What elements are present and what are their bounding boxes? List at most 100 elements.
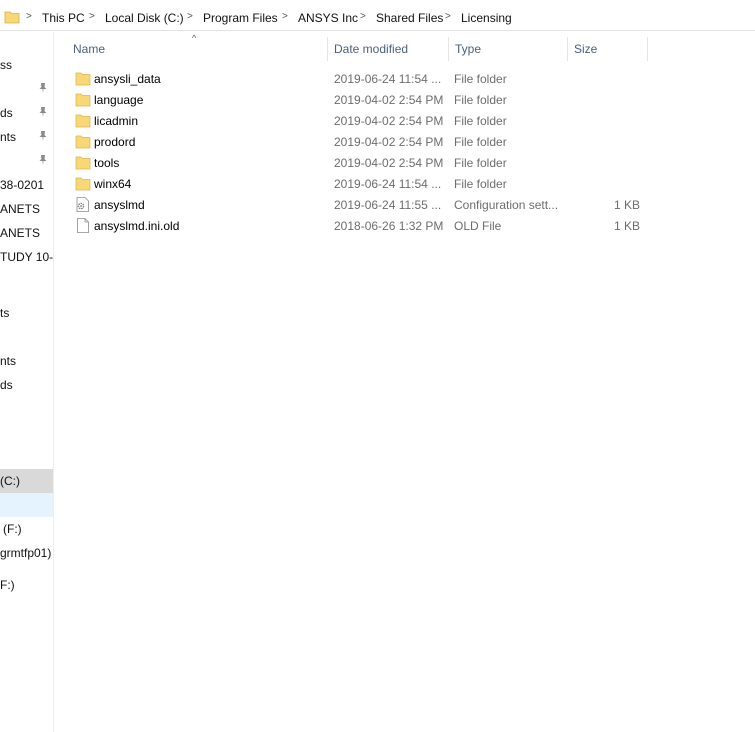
file-name: ansysli_data bbox=[94, 72, 161, 86]
file-name: winx64 bbox=[94, 177, 132, 191]
table-row[interactable]: licadmin 2019-04-02 2:54 PM File folder bbox=[62, 110, 650, 131]
sidebar-item-network-drive[interactable]: grmtfp01) bbox=[0, 541, 53, 565]
address-bar[interactable]: > This PC > Local Disk (C:) > Program Fi… bbox=[0, 6, 755, 31]
file-name: tools bbox=[94, 156, 120, 170]
chevron-right-icon[interactable]: > bbox=[445, 11, 451, 22]
sidebar-item-downloads[interactable]: ds bbox=[0, 101, 53, 125]
sidebar-item-label: ANETS bbox=[0, 226, 41, 240]
file-date: 2018-06-26 1:32 PM bbox=[334, 219, 444, 233]
file-name: prodord bbox=[94, 135, 136, 149]
sidebar-item-label: (F:) bbox=[3, 522, 22, 536]
sidebar-item-folder[interactable]: ts bbox=[0, 301, 53, 325]
sidebar-item-label: TUDY 10-1 bbox=[0, 250, 54, 264]
file-icon bbox=[77, 218, 89, 233]
chevron-right-icon[interactable]: > bbox=[26, 11, 32, 22]
column-header-type[interactable]: Type bbox=[449, 37, 568, 61]
breadcrumb-ansys-inc[interactable]: ANSYS Inc bbox=[298, 11, 358, 25]
sidebar-item-label: ds bbox=[0, 378, 13, 392]
chevron-right-icon[interactable]: > bbox=[360, 11, 366, 22]
file-name: licadmin bbox=[94, 114, 139, 128]
sidebar-item-label: F:) bbox=[0, 578, 15, 592]
sidebar-item-drive-f[interactable]: (F:) bbox=[0, 517, 53, 541]
sidebar-item-folder[interactable]: TUDY 10-1 bbox=[0, 245, 54, 269]
column-header-name[interactable]: Name bbox=[67, 37, 328, 61]
sidebar-item-folder[interactable]: ANETS bbox=[0, 197, 53, 221]
column-divider[interactable] bbox=[647, 37, 648, 61]
file-type: File folder bbox=[454, 114, 507, 128]
config-file-icon bbox=[76, 197, 89, 212]
sidebar-item-folder[interactable]: ds bbox=[0, 373, 53, 397]
table-row[interactable]: winx64 2019-06-24 11:54 ... File folder bbox=[62, 173, 650, 194]
sidebar-item-label: ss bbox=[0, 58, 12, 72]
file-date: 2019-04-02 2:54 PM bbox=[334, 93, 444, 107]
table-row[interactable]: ansyslmd.ini.old 2018-06-26 1:32 PM OLD … bbox=[62, 215, 650, 236]
sidebar-item-label: 38-0201 bbox=[0, 178, 45, 192]
pin-icon bbox=[39, 83, 47, 93]
sidebar-item-hovered[interactable] bbox=[0, 493, 53, 517]
table-row[interactable]: prodord 2019-04-02 2:54 PM File folder bbox=[62, 131, 650, 152]
column-header-date-modified[interactable]: Date modified bbox=[328, 37, 449, 61]
chevron-right-icon[interactable]: > bbox=[187, 11, 193, 22]
file-type: File folder bbox=[454, 72, 507, 86]
sidebar-item-documents[interactable]: nts bbox=[0, 125, 53, 149]
sidebar-item-label: nts bbox=[0, 354, 17, 368]
column-label: Name bbox=[73, 42, 106, 56]
file-name: ansyslmd.ini.old bbox=[94, 219, 180, 233]
file-type: File folder bbox=[454, 93, 507, 107]
file-date: 2019-06-24 11:54 ... bbox=[334, 177, 442, 191]
file-date: 2019-04-02 2:54 PM bbox=[334, 135, 444, 149]
folder-icon bbox=[75, 135, 91, 149]
column-header-row: Name Date modified Type Size bbox=[62, 37, 650, 61]
file-type: OLD File bbox=[454, 219, 502, 233]
breadcrumb-this-pc[interactable]: This PC bbox=[42, 11, 85, 25]
file-type: File folder bbox=[454, 156, 507, 170]
sidebar-item-quick-access[interactable]: ss bbox=[0, 53, 53, 77]
file-type: File folder bbox=[454, 135, 507, 149]
column-label: Date modified bbox=[334, 42, 409, 56]
column-label: Type bbox=[455, 42, 482, 56]
table-row[interactable]: language 2019-04-02 2:54 PM File folder bbox=[62, 89, 650, 110]
folder-icon bbox=[75, 72, 91, 86]
chevron-right-icon[interactable]: > bbox=[89, 11, 95, 22]
table-row[interactable]: ansysli_data 2019-06-24 11:54 ... File f… bbox=[62, 68, 650, 89]
breadcrumb-local-disk[interactable]: Local Disk (C:) bbox=[105, 11, 184, 25]
breadcrumb-program-files[interactable]: Program Files bbox=[203, 11, 278, 25]
file-size: 1 KB bbox=[613, 219, 640, 233]
file-name: ansyslmd bbox=[94, 198, 145, 212]
sidebar-item-label: grmtfp01) bbox=[0, 546, 52, 560]
file-size: 1 KB bbox=[613, 198, 640, 212]
folder-icon bbox=[75, 93, 91, 107]
file-type: File folder bbox=[454, 177, 507, 191]
folder-icon bbox=[75, 177, 91, 191]
file-date: 2019-06-24 11:55 ... bbox=[334, 198, 442, 212]
sidebar-item-label: (C:) bbox=[0, 474, 20, 488]
breadcrumb-licensing[interactable]: Licensing bbox=[461, 11, 512, 25]
sidebar-item-folder[interactable]: ANETS bbox=[0, 221, 53, 245]
sidebar-item-folder[interactable]: 38-0201 bbox=[0, 173, 53, 197]
file-date: 2019-04-02 2:54 PM bbox=[334, 114, 444, 128]
table-row[interactable]: tools 2019-04-02 2:54 PM File folder bbox=[62, 152, 650, 173]
chevron-right-icon[interactable]: > bbox=[282, 11, 288, 22]
breadcrumb-shared-files[interactable]: Shared Files bbox=[376, 11, 443, 25]
sidebar-item-drive[interactable]: F:) bbox=[0, 573, 53, 597]
sidebar-item-label: ds bbox=[0, 106, 13, 120]
pin-icon bbox=[39, 107, 47, 117]
file-name: language bbox=[94, 93, 144, 107]
sidebar-item-folder[interactable]: nts bbox=[0, 349, 53, 373]
pin-icon bbox=[39, 131, 47, 141]
folder-icon bbox=[75, 156, 91, 170]
sidebar-item-label: nts bbox=[0, 130, 17, 144]
pin-icon bbox=[39, 155, 47, 165]
sidebar-item-label: ts bbox=[0, 306, 10, 320]
sidebar-item-pinned[interactable] bbox=[0, 149, 53, 173]
file-date: 2019-06-24 11:54 ... bbox=[334, 72, 442, 86]
file-date: 2019-04-02 2:54 PM bbox=[334, 156, 444, 170]
table-row[interactable]: ansyslmd 2019-06-24 11:55 ... Configurat… bbox=[62, 194, 650, 215]
column-header-size[interactable]: Size bbox=[568, 37, 648, 61]
sidebar-item-local-disk[interactable]: (C:) bbox=[0, 469, 53, 493]
column-label: Size bbox=[574, 42, 598, 56]
folder-icon bbox=[4, 11, 20, 24]
folder-icon bbox=[75, 114, 91, 128]
file-type: Configuration sett... bbox=[454, 198, 559, 212]
sidebar-item-pinned[interactable] bbox=[0, 77, 53, 101]
